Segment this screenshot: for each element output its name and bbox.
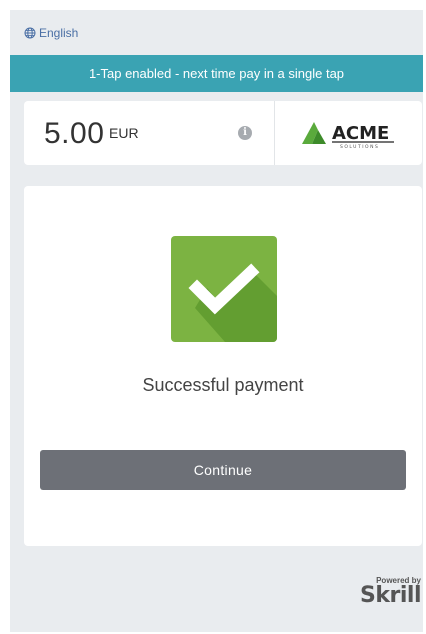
globe-icon: [24, 27, 36, 39]
acme-logo-icon: ACME SOLUTIONS: [301, 122, 394, 150]
amount-value: 5.00: [44, 117, 105, 150]
amount-card: 5.00 EUR i ACME SOLUTIONS: [24, 101, 422, 165]
logo-text: ACME: [332, 123, 389, 144]
one-tap-banner: 1-Tap enabled - next time pay in a singl…: [10, 55, 423, 92]
skrill-brand: Skrill: [360, 583, 421, 608]
success-message: Successful payment: [142, 375, 304, 395]
language-label[interactable]: English: [39, 26, 78, 40]
language-selector[interactable]: English: [24, 24, 78, 42]
powered-by-skrill: Powered by Skrill: [360, 576, 421, 607]
amount-currency: EUR: [109, 125, 139, 141]
logo-subtext: SOLUTIONS: [340, 144, 379, 150]
merchant-logo: ACME SOLUTIONS: [275, 101, 422, 165]
result-card: Successful payment Continue: [24, 186, 422, 546]
amount-section: 5.00 EUR i: [24, 101, 275, 165]
success-badge: [171, 236, 277, 342]
continue-button[interactable]: Continue: [40, 450, 406, 490]
payment-frame: English 1-Tap enabled - next time pay in…: [10, 10, 423, 632]
banner-text: 1-Tap enabled - next time pay in a singl…: [88, 66, 345, 81]
checkmark-icon: [171, 236, 277, 342]
info-icon[interactable]: i: [238, 126, 252, 140]
